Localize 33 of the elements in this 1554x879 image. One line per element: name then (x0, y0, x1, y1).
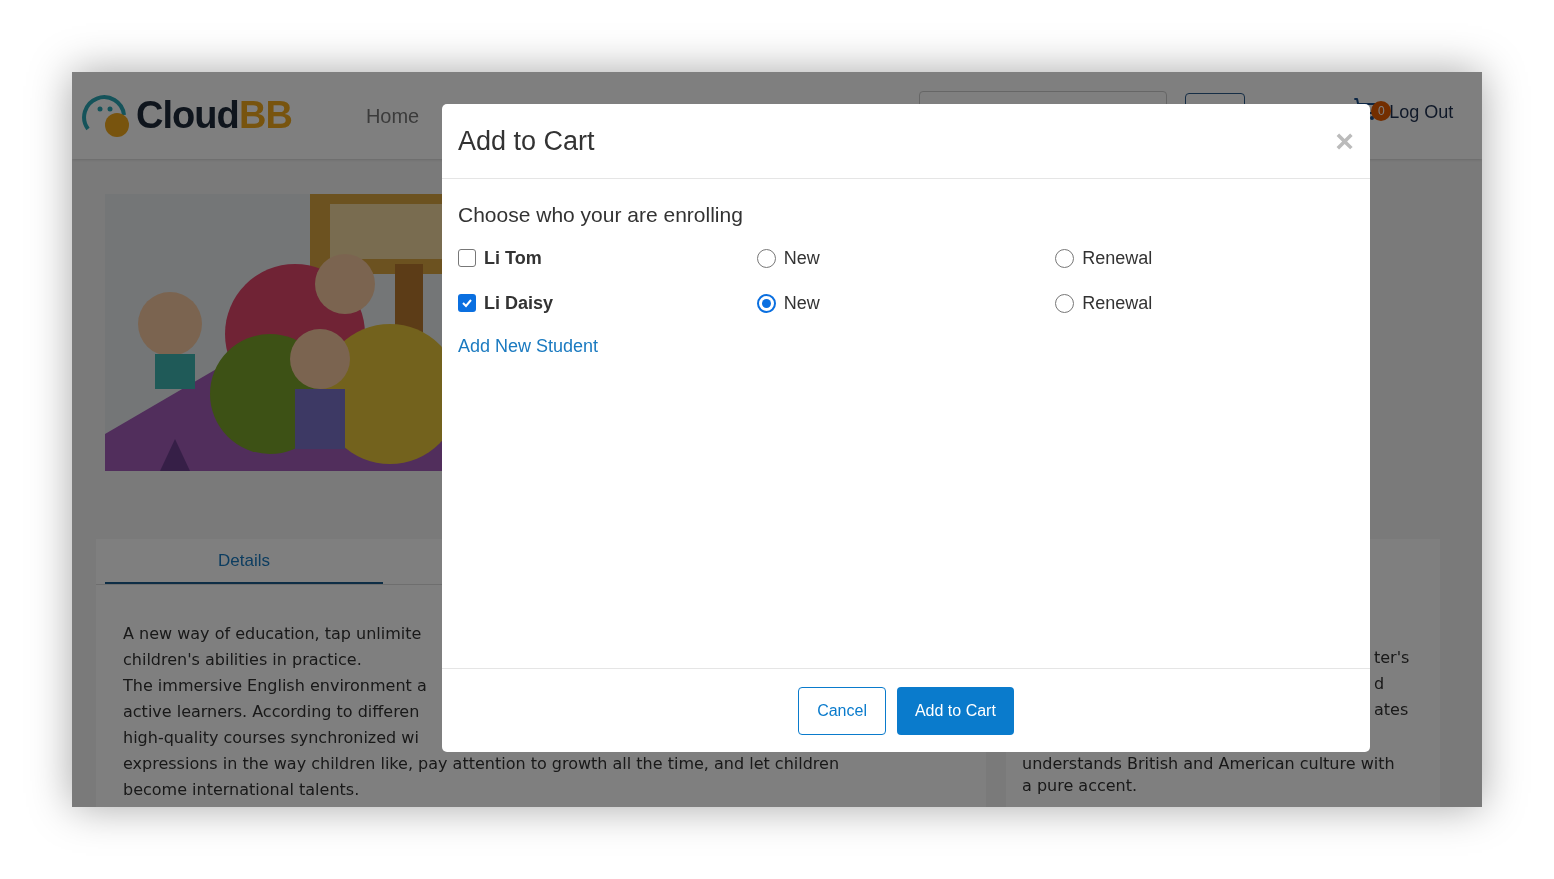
student-name: Li Daisy (484, 291, 554, 315)
add-to-cart-button[interactable]: Add to Cart (896, 686, 1014, 735)
description-text: a pure accent. (1022, 775, 1138, 797)
option-label: New (783, 246, 820, 270)
logo-icon (80, 92, 132, 139)
logout-link[interactable]: Log Out (1389, 99, 1454, 126)
logo-text: CloudBB (136, 93, 292, 138)
description-text: expressions in the way children like, pay attention to growth all the time, and let children (123, 753, 840, 775)
description-text: The immersive English environment a (123, 675, 427, 697)
student-checkbox[interactable] (458, 249, 476, 267)
description-text: understands British and American culture with (1022, 753, 1395, 775)
tab[interactable]: Details (105, 539, 383, 584)
description-text: ates (1374, 699, 1409, 721)
radio-button[interactable] (756, 293, 776, 313)
student-name: Li Tom (484, 246, 542, 270)
modal-title: Add to Cart (458, 124, 595, 158)
student-checkbox[interactable] (458, 294, 476, 312)
option-label: Renewal (1082, 291, 1153, 315)
add-student-link[interactable]: Add New Student (458, 332, 599, 360)
description-text: ter's (1374, 647, 1410, 669)
option-label: Renewal (1082, 246, 1153, 270)
cancel-button[interactable]: Cancel (798, 686, 886, 735)
enroll-prompt: Choose who your are enrolling (458, 202, 744, 228)
description-text: active learners. According to differen (123, 701, 420, 723)
description-text: become international talents. (123, 779, 360, 801)
cart-count: 0 (1371, 100, 1392, 121)
description-text: high-quality courses synchronized wi (123, 727, 419, 749)
description-text: A new way of education, tap unlimite (123, 623, 422, 645)
description-text: children's abilities in practice. (123, 649, 362, 671)
check-icon (461, 297, 473, 309)
description-text: d (1374, 673, 1385, 695)
nav-link[interactable]: Home (365, 100, 420, 131)
option-label: New (783, 291, 820, 315)
